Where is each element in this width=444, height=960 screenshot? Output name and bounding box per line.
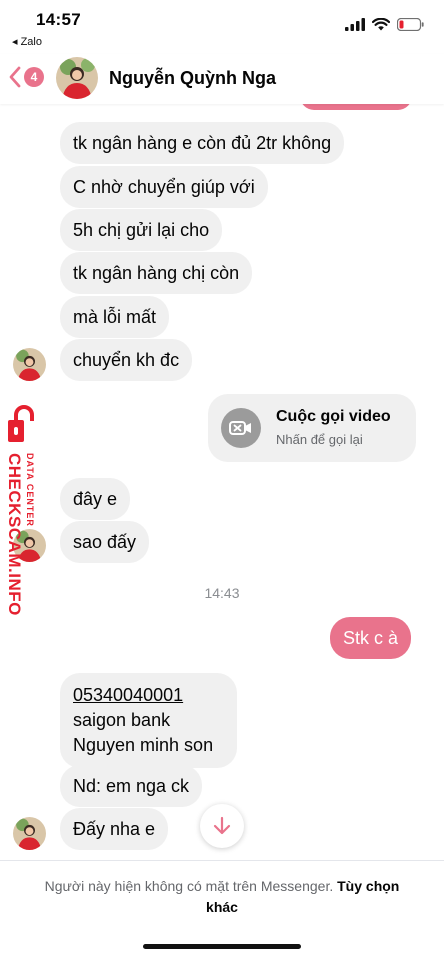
battery-icon: [396, 17, 424, 36]
message-bubble[interactable]: C nhờ chuyển giúp với: [60, 166, 268, 208]
watermark-main-text: CHECKSCAM.INFO: [5, 453, 24, 616]
video-call-missed-icon: [221, 408, 261, 448]
account-holder-text: Nguyen minh son: [73, 735, 214, 755]
outgoing-message-bubble[interactable]: Stk c à: [330, 617, 412, 659]
unread-badge: 4: [24, 67, 44, 87]
chevron-left-icon: [9, 66, 21, 88]
sender-avatar[interactable]: [13, 348, 46, 381]
message-bubble[interactable]: mà lỗi mất: [60, 296, 170, 338]
message-bubble[interactable]: đây e: [60, 478, 131, 520]
message-timestamp: 14:43: [204, 585, 240, 601]
watermark: CHECKSCAM.INFO DATA CENTER: [0, 405, 48, 625]
bank-account-number-link[interactable]: 05340040001: [73, 683, 224, 708]
message-bubble[interactable]: tk ngân hàng chị còn: [60, 252, 253, 294]
call-title: Cuộc gọi video: [276, 408, 391, 425]
call-subtitle: Nhấn để gọi lại: [276, 432, 363, 447]
bank-name-text: saigon bank: [73, 710, 171, 730]
message-bubble[interactable]: Nd: em nga ck: [60, 765, 203, 807]
message-bubble[interactable]: tk ngân hàng e còn đủ 2tr không: [60, 122, 345, 164]
message-bubble[interactable]: sao đấy: [60, 521, 150, 563]
wifi-icon: [371, 17, 391, 36]
status-bar: 14:57 ◂ Zalo: [0, 0, 444, 54]
unavailable-notice-text: Người này hiện không có mặt trên Messeng…: [44, 878, 334, 894]
message-bubble[interactable]: 5h chị gửi lại cho: [60, 209, 223, 251]
scroll-to-bottom-button[interactable]: [200, 804, 244, 848]
contact-avatar[interactable]: [56, 57, 98, 99]
conversation-header: 4 Nguyễn Quỳnh Nga: [0, 54, 444, 104]
home-indicator[interactable]: [143, 944, 301, 949]
watermark-sub-text: DATA CENTER: [25, 453, 35, 527]
message-bubble[interactable]: 05340040001 saigon bank Nguyen minh son: [60, 673, 237, 768]
sender-avatar[interactable]: [13, 817, 46, 850]
back-to-app-link[interactable]: ◂ Zalo: [12, 35, 42, 48]
cellular-signal-icon: [345, 18, 365, 36]
unavailable-notice: Người này hiện không có mặt trên Messeng…: [30, 876, 414, 918]
message-bubble[interactable]: Đấy nha e: [60, 808, 169, 850]
status-icons: [345, 17, 424, 36]
lock-icon: [8, 405, 34, 442]
status-time: 14:57: [36, 10, 81, 29]
back-button[interactable]: 4: [8, 66, 44, 88]
footer-divider: [0, 860, 444, 861]
video-call-card[interactable]: Cuộc gọi video Nhấn để gọi lại: [208, 394, 416, 462]
message-bubble[interactable]: chuyển kh đc: [60, 339, 193, 381]
contact-name[interactable]: Nguyễn Quỳnh Nga: [109, 68, 276, 89]
arrow-down-icon: [213, 816, 231, 835]
